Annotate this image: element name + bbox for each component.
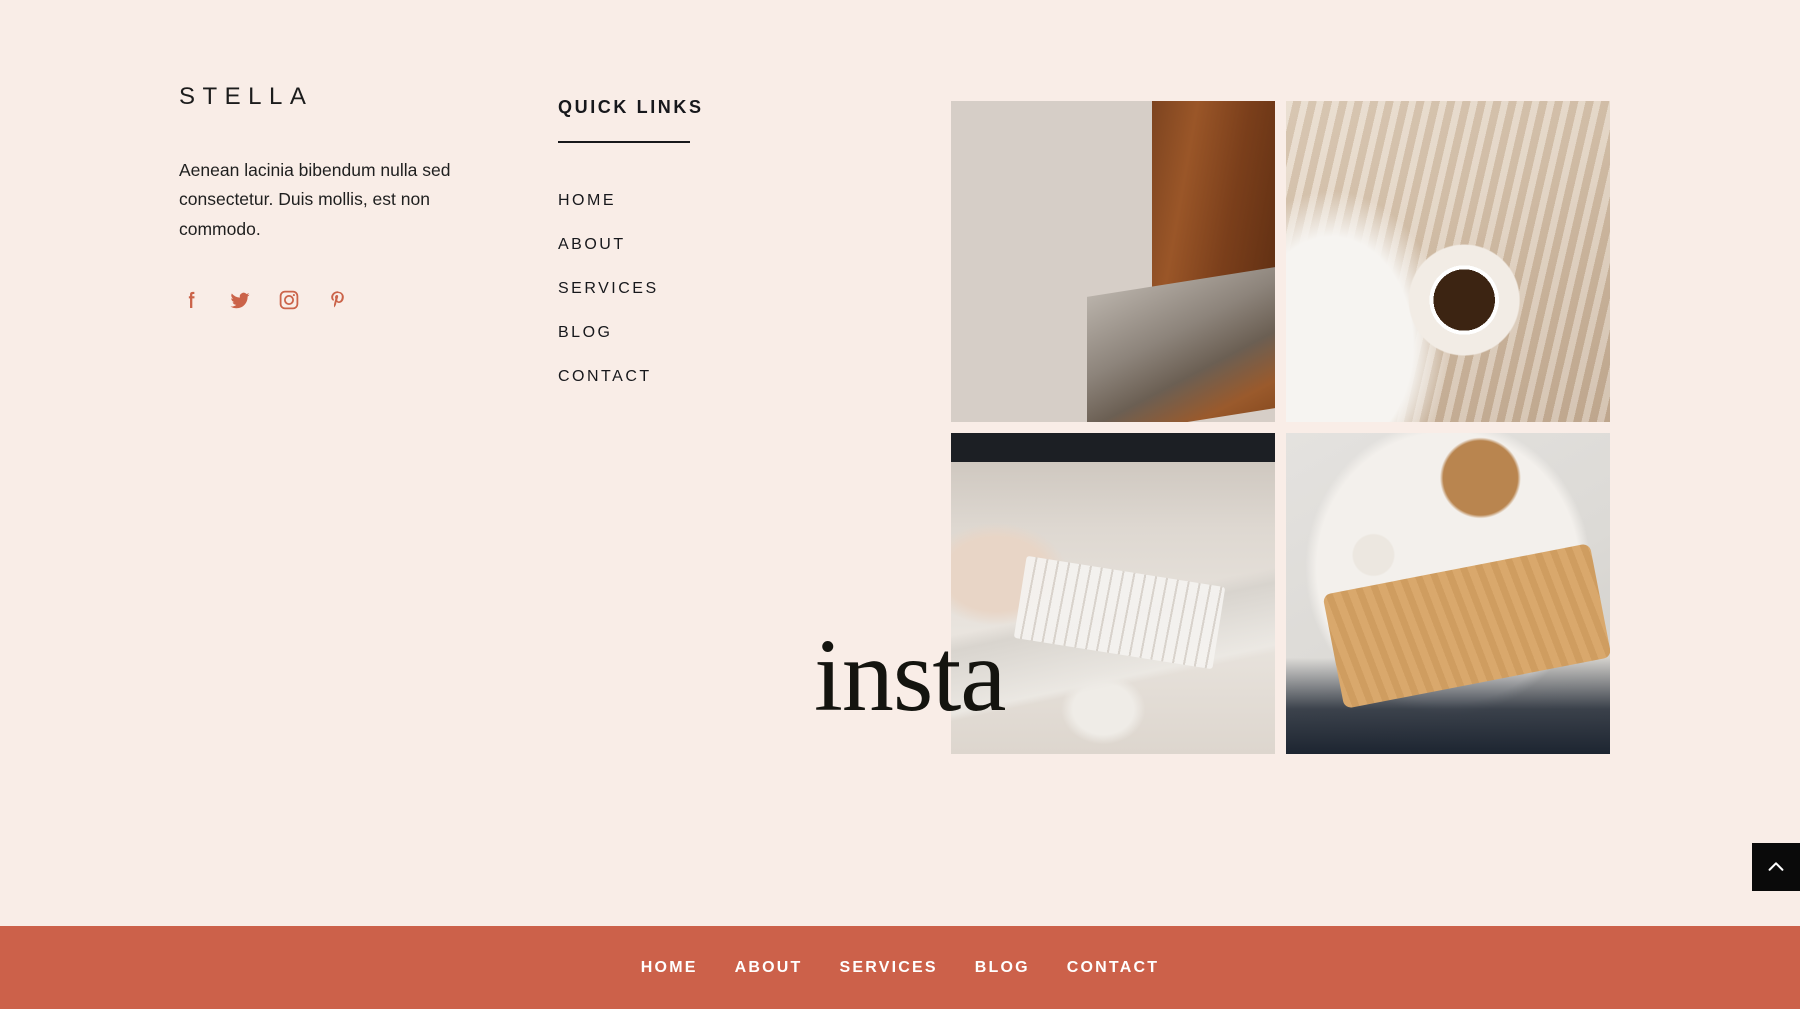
list-item: ABOUT [558, 236, 778, 254]
facebook-icon[interactable] [179, 288, 203, 312]
photo-coffee-board [1286, 433, 1610, 754]
instagram-photo-4[interactable] [1286, 433, 1610, 754]
quick-links-divider [558, 141, 690, 143]
quick-links-column: QUICK LINKS HOME ABOUT SERVICES BLOG CON… [558, 98, 778, 386]
instagram-photo-grid [951, 101, 1610, 762]
photo-tea-cup [1286, 101, 1610, 422]
instagram-photo-1[interactable] [951, 101, 1275, 422]
instagram-photo-3[interactable] [951, 433, 1275, 754]
back-to-top-button[interactable] [1752, 843, 1800, 891]
bottom-link-about[interactable]: ABOUT [735, 959, 803, 977]
bottom-navigation-bar: HOME ABOUT SERVICES BLOG CONTACT [0, 926, 1800, 1009]
social-links [179, 288, 469, 312]
quick-links-heading: QUICK LINKS [558, 97, 704, 117]
twitter-icon[interactable] [228, 288, 252, 312]
brand-description: Aenean lacinia bibendum nulla sed consec… [179, 160, 451, 239]
bottom-nav-links: HOME ABOUT SERVICES BLOG CONTACT [641, 959, 1159, 977]
bottom-link-services[interactable]: SERVICES [840, 959, 938, 977]
quick-link-contact[interactable]: CONTACT [558, 368, 652, 386]
instagram-photo-2[interactable] [1286, 101, 1610, 422]
quick-link-blog[interactable]: BLOG [558, 324, 612, 342]
chevron-up-icon [1768, 862, 1784, 871]
list-item: CONTACT [558, 368, 778, 386]
bottom-link-blog[interactable]: BLOG [975, 959, 1030, 977]
list-item: HOME [558, 192, 778, 210]
quick-links-list: HOME ABOUT SERVICES BLOG CONTACT [558, 192, 778, 386]
photo-keyboard-desk [951, 433, 1275, 754]
photo-women-laptop [951, 101, 1275, 422]
instagram-icon[interactable] [277, 288, 301, 312]
list-item: BLOG [558, 324, 778, 342]
quick-link-home[interactable]: HOME [558, 192, 616, 210]
brand-column: STELLA Aenean lacinia bibendum nulla sed… [179, 85, 469, 312]
bottom-link-contact[interactable]: CONTACT [1067, 959, 1159, 977]
quick-link-services[interactable]: SERVICES [558, 280, 659, 298]
list-item: SERVICES [558, 280, 778, 298]
pinterest-icon[interactable] [326, 288, 350, 312]
brand-title: STELLA [179, 83, 314, 110]
bottom-link-home[interactable]: HOME [641, 959, 698, 977]
quick-link-about[interactable]: ABOUT [558, 236, 626, 254]
footer-main-section: STELLA Aenean lacinia bibendum nulla sed… [0, 0, 1800, 926]
